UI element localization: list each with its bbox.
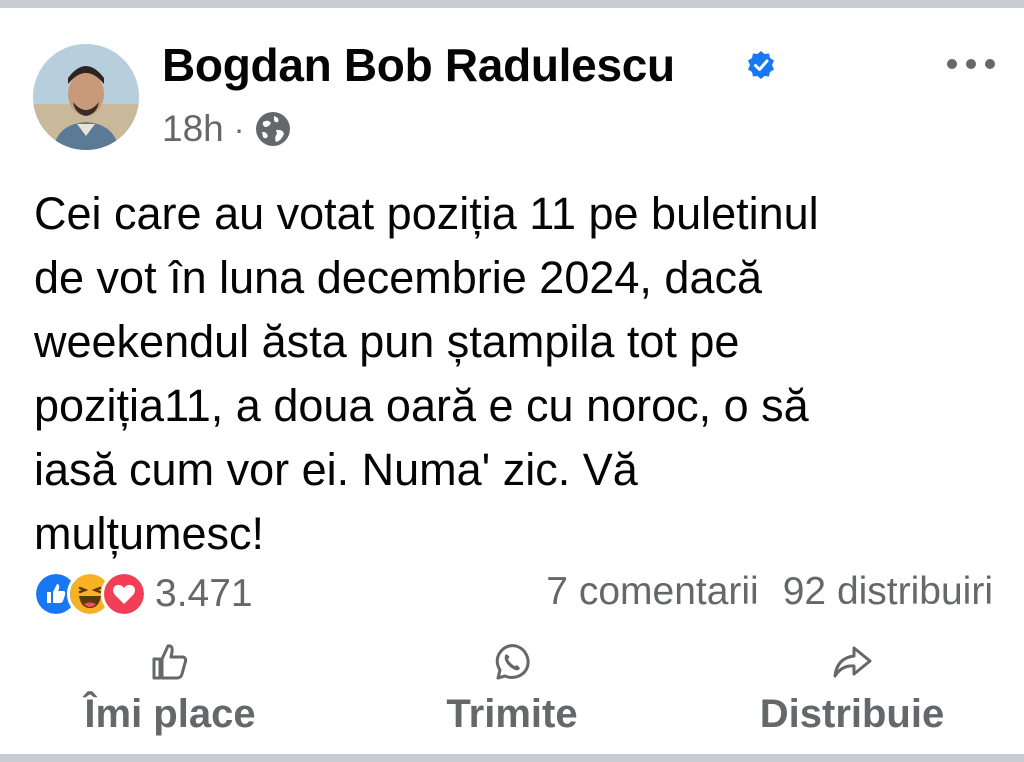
avatar-photo xyxy=(33,44,139,150)
love-reaction-icon xyxy=(101,571,147,617)
verified-badge-icon xyxy=(748,51,774,79)
shares-count[interactable]: 92 distribuiri xyxy=(783,570,993,614)
share-button[interactable]: Distribuie xyxy=(744,640,960,750)
reaction-count: 3.471 xyxy=(155,572,253,615)
send-button[interactable]: Trimite xyxy=(412,640,612,750)
bottom-separator xyxy=(0,754,1024,762)
like-button-label: Îmi place xyxy=(84,692,256,736)
globe-icon xyxy=(256,112,291,146)
more-options-icon[interactable] xyxy=(944,54,998,74)
author-name[interactable]: Bogdan Bob Radulescu xyxy=(162,38,675,92)
reactions-summary[interactable]: 3.471 xyxy=(33,571,253,617)
whatsapp-icon xyxy=(495,644,530,680)
thumbs-up-icon xyxy=(152,644,188,680)
post-meta: 18h · xyxy=(162,106,292,152)
post-text: Cei care au votat poziția 11 pe buletinu… xyxy=(34,188,819,559)
post-actions: Îmi place Trimite Distribuie xyxy=(0,640,1024,750)
post-stats: 3.471 7 comentarii 92 distribuiri xyxy=(33,566,993,618)
share-arrow-icon xyxy=(833,646,872,678)
like-button[interactable]: Îmi place xyxy=(70,640,270,750)
top-separator xyxy=(0,0,1024,8)
comments-count[interactable]: 7 comentarii xyxy=(546,570,758,614)
send-button-label: Trimite xyxy=(446,692,578,736)
avatar[interactable] xyxy=(33,44,139,150)
meta-separator: · xyxy=(233,110,245,147)
share-button-label: Distribuie xyxy=(759,692,945,736)
post-time[interactable]: 18h xyxy=(162,108,224,150)
